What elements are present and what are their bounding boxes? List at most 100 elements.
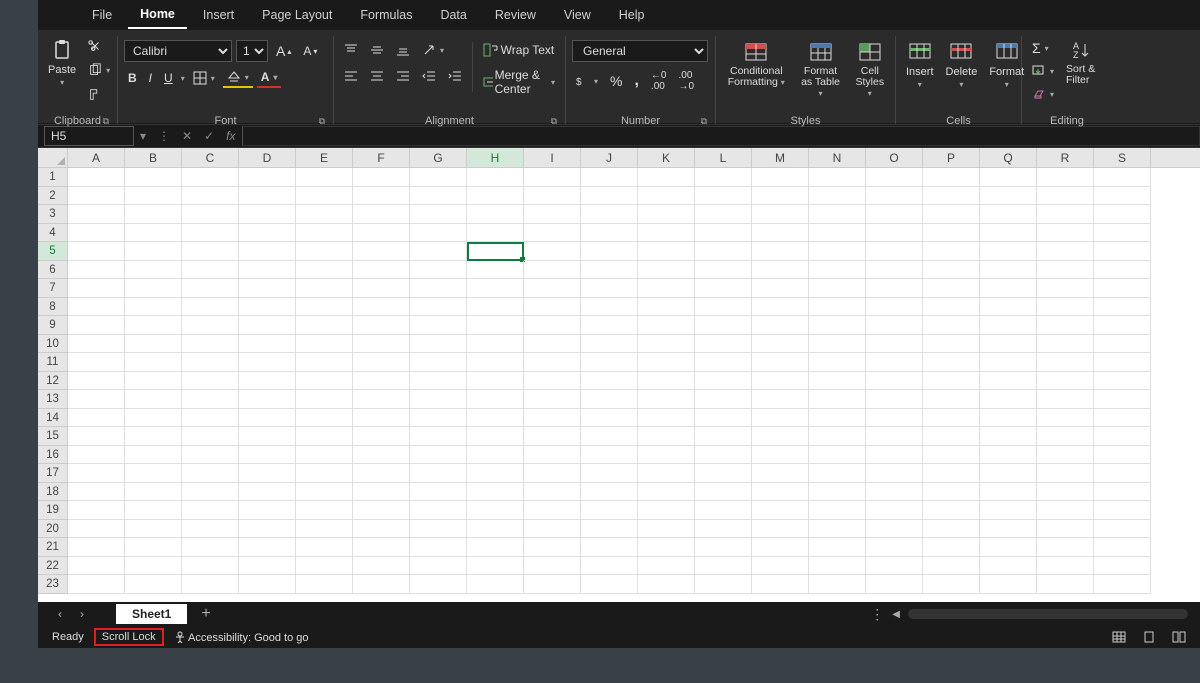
horizontal-scrollbar[interactable] [908, 609, 1188, 619]
cell[interactable] [239, 427, 296, 446]
cell[interactable] [68, 168, 125, 187]
cell[interactable] [866, 464, 923, 483]
cell[interactable] [638, 464, 695, 483]
cell[interactable] [752, 316, 809, 335]
cell[interactable] [239, 298, 296, 317]
cell[interactable] [923, 538, 980, 557]
cell[interactable] [866, 335, 923, 354]
cell[interactable] [296, 279, 353, 298]
cell[interactable] [1094, 316, 1151, 335]
cell[interactable] [296, 242, 353, 261]
cell[interactable] [809, 575, 866, 594]
menu-tab-home[interactable]: Home [128, 1, 187, 29]
cell[interactable] [353, 335, 410, 354]
cell[interactable] [239, 575, 296, 594]
cell[interactable] [638, 335, 695, 354]
cell[interactable] [467, 427, 524, 446]
column-header[interactable]: E [296, 148, 353, 167]
align-top-button[interactable] [340, 40, 362, 60]
cell[interactable] [1037, 483, 1094, 502]
cell[interactable] [125, 353, 182, 372]
cell[interactable] [980, 224, 1037, 243]
cell[interactable] [809, 261, 866, 280]
cell[interactable] [866, 501, 923, 520]
cell[interactable] [866, 168, 923, 187]
increase-indent-button[interactable] [444, 66, 466, 86]
cell[interactable] [923, 409, 980, 428]
cell[interactable] [638, 557, 695, 576]
cell[interactable] [752, 538, 809, 557]
cell[interactable] [296, 483, 353, 502]
cell[interactable] [524, 205, 581, 224]
cell[interactable] [809, 168, 866, 187]
cell[interactable] [866, 446, 923, 465]
cell[interactable] [581, 205, 638, 224]
cell[interactable] [809, 242, 866, 261]
cell[interactable] [1094, 372, 1151, 391]
cell[interactable] [125, 224, 182, 243]
cell[interactable] [1037, 242, 1094, 261]
cell[interactable] [1037, 390, 1094, 409]
cell[interactable] [125, 409, 182, 428]
conditional-formatting-button[interactable]: Conditional Formatting ▾ [722, 38, 791, 90]
paste-button[interactable]: Paste ▾ [44, 36, 80, 89]
cell[interactable] [353, 279, 410, 298]
menu-tab-data[interactable]: Data [428, 2, 478, 28]
cell[interactable] [638, 446, 695, 465]
cell[interactable] [695, 427, 752, 446]
cell[interactable] [866, 242, 923, 261]
column-header[interactable]: M [752, 148, 809, 167]
font-name-select[interactable]: Calibri [124, 40, 232, 62]
cell[interactable] [1094, 464, 1151, 483]
cell[interactable] [296, 557, 353, 576]
cell[interactable] [1037, 353, 1094, 372]
insert-cells-button[interactable]: Insert▾ [902, 38, 938, 91]
cell[interactable] [182, 520, 239, 539]
cell[interactable] [581, 501, 638, 520]
cell[interactable] [1037, 501, 1094, 520]
cell[interactable] [182, 224, 239, 243]
sheet-tab-options[interactable]: ⋮ [870, 606, 884, 623]
cell[interactable] [182, 390, 239, 409]
cell[interactable] [752, 501, 809, 520]
cell[interactable] [581, 464, 638, 483]
cell[interactable] [467, 168, 524, 187]
row-header[interactable]: 4 [38, 224, 68, 243]
column-header[interactable]: D [239, 148, 296, 167]
cell[interactable] [68, 557, 125, 576]
cell[interactable] [125, 187, 182, 206]
cell[interactable] [467, 205, 524, 224]
menu-tab-file[interactable]: File [80, 2, 124, 28]
cell[interactable] [239, 168, 296, 187]
cell[interactable] [638, 501, 695, 520]
cell[interactable] [125, 279, 182, 298]
cell[interactable] [353, 242, 410, 261]
cell[interactable] [581, 372, 638, 391]
row-header[interactable]: 12 [38, 372, 68, 391]
cell[interactable] [296, 372, 353, 391]
cell[interactable] [581, 242, 638, 261]
cell[interactable] [467, 187, 524, 206]
cell[interactable] [353, 446, 410, 465]
cell[interactable] [581, 316, 638, 335]
cell[interactable] [68, 520, 125, 539]
column-header[interactable]: J [581, 148, 638, 167]
cell[interactable] [1037, 464, 1094, 483]
cell[interactable] [125, 427, 182, 446]
cell[interactable] [752, 575, 809, 594]
row-header[interactable]: 18 [38, 483, 68, 502]
align-middle-button[interactable] [366, 40, 388, 60]
cell[interactable] [68, 224, 125, 243]
cell[interactable] [980, 242, 1037, 261]
sheet-tab-active[interactable]: Sheet1 [116, 604, 187, 624]
name-box-dropdown[interactable]: ▾ [134, 129, 152, 143]
cell[interactable] [866, 483, 923, 502]
cell[interactable] [1037, 557, 1094, 576]
cell[interactable] [410, 501, 467, 520]
cell[interactable] [980, 446, 1037, 465]
cell[interactable] [296, 298, 353, 317]
menu-tab-review[interactable]: Review [483, 2, 548, 28]
cell[interactable] [68, 205, 125, 224]
cell[interactable] [980, 168, 1037, 187]
cell[interactable] [638, 261, 695, 280]
